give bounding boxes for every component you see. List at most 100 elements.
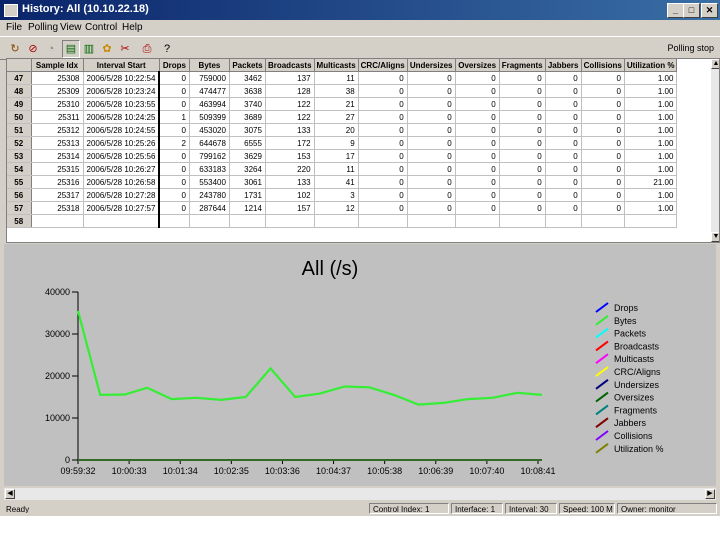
maximize-button[interactable]: □ xyxy=(683,3,700,18)
legend-swatch xyxy=(595,366,609,377)
scroll-down-icon[interactable]: ▼ xyxy=(711,232,719,242)
scroll-up-icon[interactable]: ▲ xyxy=(711,59,719,69)
column-header[interactable]: Oversizes xyxy=(455,59,500,72)
export-icon[interactable]: ✂ xyxy=(116,40,134,58)
table-cell: 102 xyxy=(265,188,315,202)
column-header[interactable]: CRC/Aligns xyxy=(358,59,408,72)
table-cell: 799162 xyxy=(189,149,230,163)
table-cell: 3075 xyxy=(229,123,266,137)
table-cell: 2006/5/28 10:26:58 xyxy=(83,175,161,189)
table-cell: 0 xyxy=(159,201,190,215)
table-cell: 0 xyxy=(545,201,582,215)
table-cell: 0 xyxy=(581,149,625,163)
chart-view-icon[interactable]: ▥ xyxy=(80,40,98,58)
table-row[interactable]: 58 xyxy=(7,214,678,228)
table-row[interactable]: 47 25308 2006/5/28 10:22:54 0 759000 3462 137 1… xyxy=(7,71,678,85)
table-cell: 0 xyxy=(358,84,408,98)
table-cell: 0 xyxy=(407,110,456,124)
status-control-index: Control Index: 1 xyxy=(369,503,449,514)
table-row[interactable]: 57 25318 2006/5/28 10:27:57 0 287644 1214 157 1… xyxy=(7,201,678,215)
table-cell: 287644 xyxy=(189,201,230,215)
settings-icon[interactable]: ✿ xyxy=(98,40,116,58)
table-row[interactable]: 52 25313 2006/5/28 10:25:26 2 644678 6555 172 9… xyxy=(7,136,678,150)
chart-lines xyxy=(76,310,543,461)
pause-icon[interactable]: ◔ xyxy=(42,40,60,58)
status-ready: Ready xyxy=(6,505,30,514)
table-cell: 553400 xyxy=(189,175,230,189)
column-header[interactable]: Multicasts xyxy=(314,59,359,72)
column-header[interactable]: Drops xyxy=(159,59,190,72)
column-header[interactable]: Utilization % xyxy=(624,59,678,72)
menu-help[interactable]: Help xyxy=(122,22,143,33)
help-icon[interactable]: ? xyxy=(158,40,176,58)
print-icon[interactable]: ⎙ xyxy=(138,40,156,58)
table-cell: 0 xyxy=(407,71,456,85)
menu-file[interactable]: File xyxy=(6,22,22,33)
stop-polling-icon[interactable]: ⊘ xyxy=(24,40,42,58)
history-table[interactable]: Sample Idx Interval Start Drops Bytes Packet… xyxy=(6,58,720,243)
column-header[interactable]: Interval Start xyxy=(83,59,160,72)
x-tick-label: 10:08:41 xyxy=(520,466,555,476)
table-cell: 0 xyxy=(545,175,582,189)
legend-label: CRC/Aligns xyxy=(614,367,661,377)
table-row[interactable]: 53 25314 2006/5/28 10:25:56 0 799162 3629 153 1… xyxy=(7,149,678,163)
column-header[interactable]: Bytes xyxy=(189,59,230,72)
column-header[interactable]: Collisions xyxy=(581,59,625,72)
column-header[interactable]: Undersizes xyxy=(407,59,456,72)
row-number: 54 xyxy=(7,162,32,176)
x-tick-label: 10:03:36 xyxy=(265,466,300,476)
table-cell: 0 xyxy=(358,123,408,137)
table-row[interactable]: 51 25312 2006/5/28 10:24:55 0 453020 3075 133 2… xyxy=(7,123,678,137)
y-tick-label: 40000 xyxy=(45,287,70,297)
table-cell xyxy=(624,214,678,228)
table-cell: 38 xyxy=(314,84,359,98)
column-header[interactable]: Fragments xyxy=(499,59,546,72)
table-view-icon[interactable]: ▤ xyxy=(62,40,80,58)
table-cell: 21.00 xyxy=(624,175,678,189)
history-window: History: All (10.10.22.18) _ □ ✕ File Po… xyxy=(0,0,720,516)
table-cell: 0 xyxy=(581,136,625,150)
table-cell: 0 xyxy=(358,136,408,150)
title-bar[interactable]: History: All (10.10.22.18) _ □ ✕ xyxy=(0,0,720,20)
table-cell: 6555 xyxy=(229,136,266,150)
table-cell xyxy=(407,214,456,228)
table-row[interactable]: 48 25309 2006/5/28 10:23:24 0 474477 3638 128 3… xyxy=(7,84,678,98)
minimize-button[interactable]: _ xyxy=(667,3,684,18)
column-header[interactable]: Broadcasts xyxy=(265,59,315,72)
table-cell: 0 xyxy=(159,97,190,111)
table-cell: 0 xyxy=(455,97,500,111)
table-cell: 0 xyxy=(358,201,408,215)
table-cell: 9 xyxy=(314,136,359,150)
column-header[interactable] xyxy=(7,59,32,72)
table-row[interactable]: 56 25317 2006/5/28 10:27:28 0 243780 1731 102 3… xyxy=(7,188,678,202)
status-speed: Speed: 100 M xyxy=(559,503,615,514)
menu-view[interactable]: View xyxy=(60,22,82,33)
column-header[interactable]: Sample Idx xyxy=(31,59,84,72)
table-row[interactable]: 49 25310 2006/5/28 10:23:55 0 463994 3740 122 2… xyxy=(7,97,678,111)
menu-polling[interactable]: Polling xyxy=(28,22,58,33)
scroll-right-icon[interactable]: ▶ xyxy=(705,489,715,499)
close-button[interactable]: ✕ xyxy=(701,3,718,18)
horizontal-scrollbar[interactable]: ◀ ▶ xyxy=(4,488,716,500)
scroll-left-icon[interactable]: ◀ xyxy=(5,489,15,499)
table-cell: 11 xyxy=(314,71,359,85)
column-header[interactable]: Packets xyxy=(229,59,266,72)
table-row[interactable]: 54 25315 2006/5/28 10:26:27 0 633183 3264 220 1… xyxy=(7,162,678,176)
table-row[interactable]: 55 25316 2006/5/28 10:26:58 0 553400 3061 133 4… xyxy=(7,175,678,189)
table-cell: 2006/5/28 10:23:55 xyxy=(83,97,161,111)
series-line-packets xyxy=(76,310,543,406)
row-number: 58 xyxy=(7,214,32,228)
table-cell: 0 xyxy=(407,188,456,202)
table-row[interactable]: 50 25311 2006/5/28 10:24:25 1 509399 3689 122 2… xyxy=(7,110,678,124)
refresh-icon[interactable]: ↻ xyxy=(6,40,24,58)
table-cell: 0 xyxy=(455,201,500,215)
column-header[interactable]: Jabbers xyxy=(545,59,582,72)
table-cell: 2006/5/28 10:25:56 xyxy=(83,149,161,163)
legend-label: Drops xyxy=(614,303,639,313)
vertical-scrollbar[interactable]: ▲ ▼ xyxy=(711,59,719,242)
chart-title: All (/s) xyxy=(302,258,359,280)
menu-control[interactable]: Control xyxy=(85,22,117,33)
table-cell: 474477 xyxy=(189,84,230,98)
traffic-chart: All (/s) 0 10000 20000 30000 40000 09:59:32 10… xyxy=(45,258,664,476)
table-cell: 1 xyxy=(159,110,190,124)
